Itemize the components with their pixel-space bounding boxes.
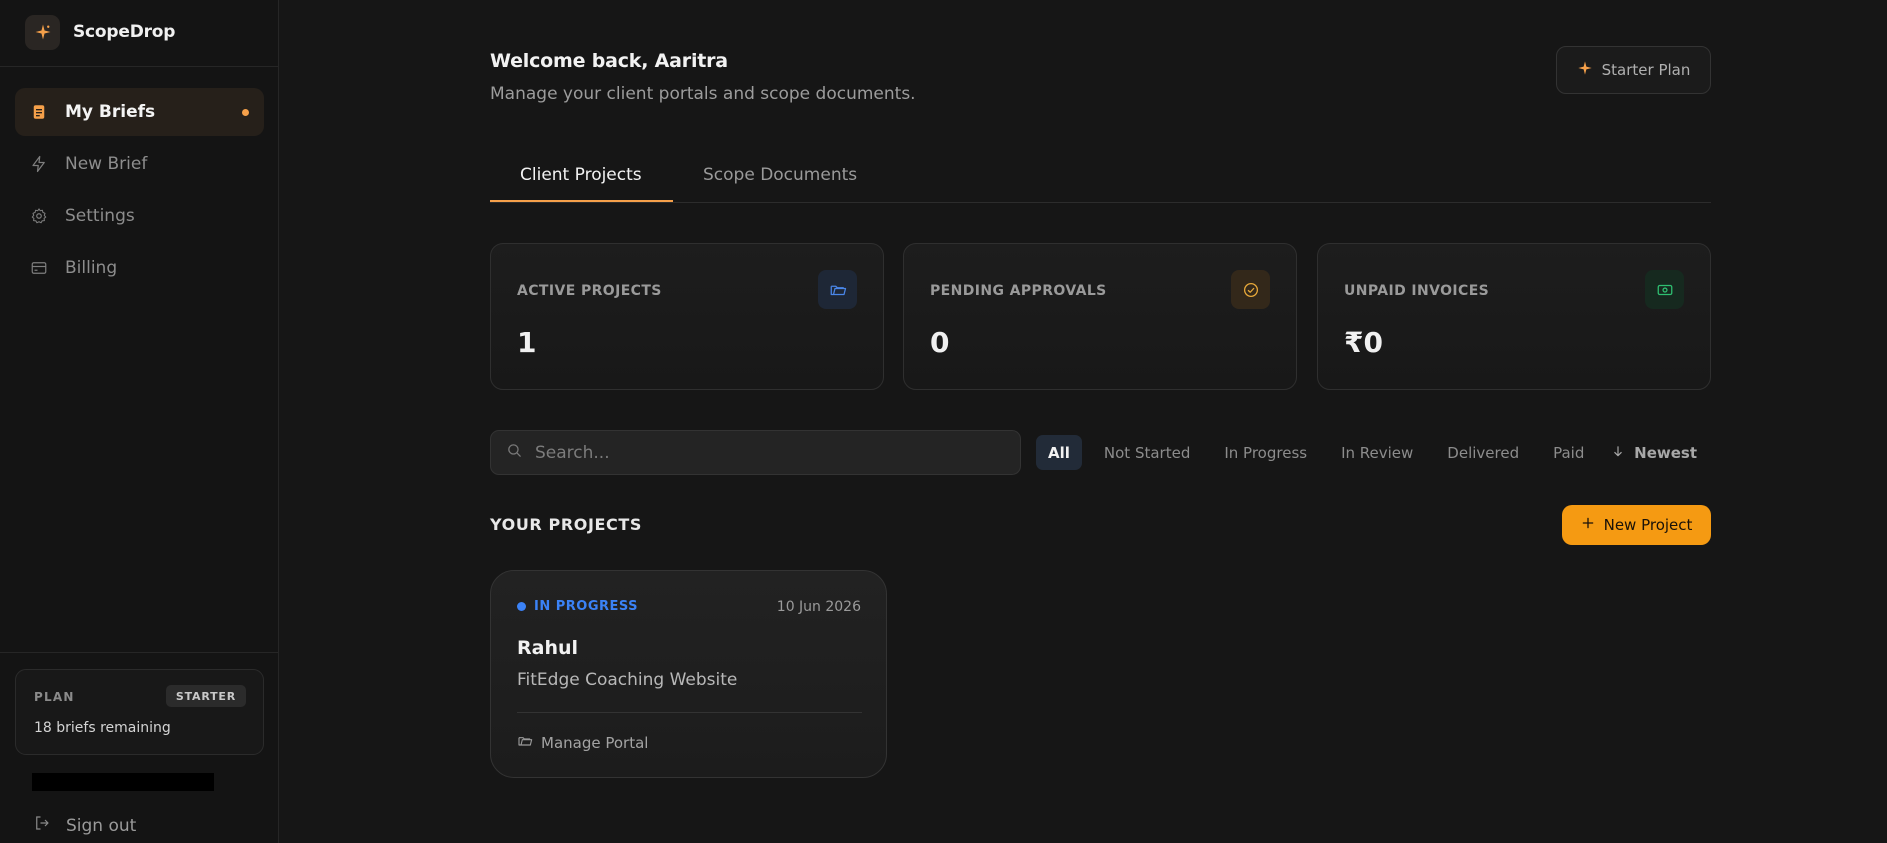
sidebar-item-label: New Brief [65,154,148,174]
sidebar-item-billing[interactable]: Billing [15,244,264,292]
plan-button-label: Starter Plan [1601,61,1691,79]
tab-scope-documents[interactable]: Scope Documents [703,165,857,203]
search-box [490,430,1021,475]
search-icon [506,442,523,463]
sign-out-button[interactable]: Sign out [33,814,136,837]
stat-value: ₹0 [1344,326,1383,359]
search-input[interactable] [535,442,1020,463]
sign-out-label: Sign out [66,815,137,836]
stat-card-pending-approvals: PENDING APPROVALS 0 [903,243,1297,390]
brand[interactable]: ScopeDrop [25,14,175,50]
stat-label: ACTIVE PROJECTS [517,283,662,299]
credit-card-icon [29,258,49,278]
sidebar-item-label: Billing [65,258,118,278]
status-dot [517,602,526,611]
filter-paid[interactable]: Paid [1541,435,1596,470]
sidebar: ScopeDrop My Briefs New Brief Settings B… [0,0,279,843]
main-content: Welcome back, Aaritra Manage your client… [490,0,1711,843]
stat-value: 0 [930,326,950,359]
plan-badge: STARTER [165,685,246,707]
starter-plan-button[interactable]: Starter Plan [1556,46,1711,94]
new-project-label: New Project [1603,516,1693,534]
stat-card-unpaid-invoices: UNPAID INVOICES ₹0 [1317,243,1711,390]
gear-icon [29,206,49,226]
filter-delivered[interactable]: Delivered [1435,435,1531,470]
page-subtitle: Manage your client portals and scope doc… [490,84,916,104]
folder-icon [818,270,857,309]
divider [0,652,279,653]
briefs-remaining: 18 briefs remaining [34,720,171,736]
sidebar-nav: My Briefs New Brief Settings Billing [15,88,264,296]
plan-card: PLAN STARTER 18 briefs remaining [15,669,264,755]
divider [0,66,279,67]
document-icon [29,102,49,122]
folder-open-icon [517,733,533,753]
sort-label: Newest [1634,443,1697,462]
active-indicator-dot [242,109,249,116]
sidebar-item-label: My Briefs [65,102,156,122]
sparkle-logo-icon [25,14,60,50]
divider [517,712,862,713]
lightning-icon [29,154,49,174]
manage-portal-label: Manage Portal [541,734,649,752]
brand-name: ScopeDrop [73,22,176,42]
stat-card-active-projects: ACTIVE PROJECTS 1 [490,243,884,390]
project-date: 10 Jun 2026 [776,599,861,615]
sidebar-item-settings[interactable]: Settings [15,192,264,240]
filter-all[interactable]: All [1036,435,1082,470]
active-tab-indicator [490,200,673,202]
status-badge: IN PROGRESS [517,599,638,614]
check-circle-icon [1231,270,1270,309]
cash-icon [1645,270,1684,309]
tab-client-projects[interactable]: Client Projects [520,165,642,203]
redacted-block [32,773,214,791]
filter-in-review[interactable]: In Review [1329,435,1425,470]
status-label: IN PROGRESS [534,599,639,614]
section-title: YOUR PROJECTS [490,515,643,534]
sparkle-icon [1577,60,1593,80]
sign-out-icon [33,814,51,837]
plan-label: PLAN [34,690,75,704]
sort-button[interactable]: Newest [1611,435,1697,470]
manage-portal-link[interactable]: Manage Portal [517,733,648,753]
project-name: FitEdge Coaching Website [517,670,738,690]
filter-in-progress[interactable]: In Progress [1212,435,1319,470]
stat-value: 1 [517,326,537,359]
project-card[interactable]: IN PROGRESS 10 Jun 2026 Rahul FitEdge Co… [490,570,887,778]
arrow-down-icon [1611,444,1625,462]
tab-bar: Client Projects Scope Documents [490,155,1711,203]
status-filters: All Not Started In Progress In Review De… [1036,435,1606,470]
new-project-button[interactable]: New Project [1562,505,1711,545]
stat-label: UNPAID INVOICES [1344,283,1490,299]
page-title: Welcome back, Aaritra [490,50,728,72]
sidebar-item-my-briefs[interactable]: My Briefs [15,88,264,136]
sidebar-item-label: Settings [65,206,135,226]
plus-icon [1581,516,1595,534]
filter-not-started[interactable]: Not Started [1092,435,1202,470]
project-client: Rahul [517,637,579,659]
sidebar-item-new-brief[interactable]: New Brief [15,140,264,188]
stat-label: PENDING APPROVALS [930,283,1107,299]
